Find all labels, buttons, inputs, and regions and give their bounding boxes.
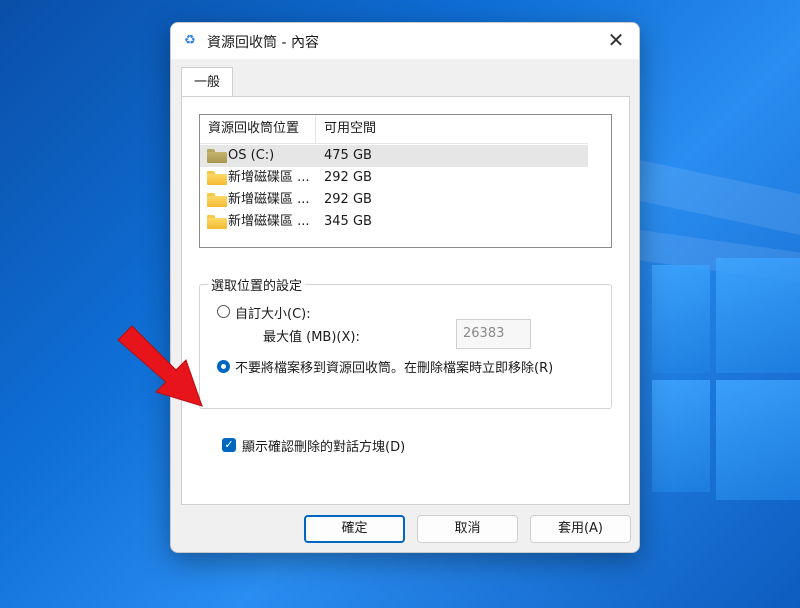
column-header-free-space[interactable]: 可用空間 — [316, 115, 588, 143]
windows-logo-pane — [716, 258, 800, 373]
custom-size-radio[interactable] — [217, 305, 230, 318]
free-space-value: 292 GB — [324, 170, 372, 185]
group-label: 選取位置的設定 — [208, 275, 306, 294]
apply-button[interactable]: 套用(A) — [530, 515, 631, 543]
list-item[interactable]: 新增磁碟區 ... 292 GB — [200, 167, 588, 189]
location-name: 新增磁碟區 ... — [228, 170, 310, 185]
recycle-bin-location-list[interactable]: 資源回收筒位置 可用空間 OS (C:) 475 GB 新增磁碟區 ... 29… — [199, 114, 612, 248]
tab-general[interactable]: 一般 — [181, 67, 234, 97]
location-name: OS (C:) — [228, 148, 275, 163]
list-item[interactable]: 新增磁碟區 ... 292 GB — [200, 189, 588, 211]
location-settings-group: 選取位置的設定 自訂大小(C): 最大值 (MB)(X): 26383 不要將檔… — [199, 275, 612, 409]
ok-button[interactable]: 確定 — [304, 515, 405, 543]
folder-icon — [207, 171, 227, 185]
drive-folder-icon — [207, 149, 227, 163]
free-space-value: 345 GB — [324, 214, 372, 229]
title-bar[interactable]: ♻ 資源回收筒 - 內容 ✕ — [171, 23, 639, 59]
folder-icon — [207, 193, 227, 207]
free-space-value: 292 GB — [324, 192, 372, 207]
tab-strip: 一般 — [171, 59, 639, 97]
location-name: 新增磁碟區 ... — [228, 214, 310, 229]
no-recycle-label[interactable]: 不要將檔案移到資源回收筒。在刪除檔案時立即移除(R) — [235, 357, 553, 376]
cancel-button[interactable]: 取消 — [417, 515, 518, 543]
confirm-delete-checkbox[interactable]: ✓ — [222, 438, 236, 452]
folder-icon — [207, 215, 227, 229]
list-item[interactable]: OS (C:) 475 GB — [200, 145, 588, 167]
max-size-label: 最大值 (MB)(X): — [263, 330, 360, 345]
windows-logo-pane — [652, 265, 710, 373]
custom-size-label[interactable]: 自訂大小(C): — [235, 303, 311, 322]
window-title: 資源回收筒 - 內容 — [207, 35, 319, 51]
checkmark-icon: ✓ — [224, 438, 234, 451]
free-space-value: 475 GB — [324, 148, 372, 163]
list-item[interactable]: 新增磁碟區 ... 345 GB — [200, 211, 588, 233]
windows-logo-pane — [716, 380, 800, 500]
max-size-input[interactable]: 26383 — [456, 319, 531, 349]
column-header-location[interactable]: 資源回收筒位置 — [200, 115, 316, 143]
general-tab-panel: 資源回收筒位置 可用空間 OS (C:) 475 GB 新增磁碟區 ... 29… — [181, 96, 630, 505]
list-header: 資源回收筒位置 可用空間 — [200, 115, 588, 144]
close-button[interactable]: ✕ — [593, 23, 639, 59]
close-icon: ✕ — [607, 28, 625, 52]
recycle-bin-icon: ♻ — [184, 33, 196, 48]
location-name: 新增磁碟區 ... — [228, 192, 310, 207]
annotation-arrow-icon — [117, 325, 203, 407]
recycle-bin-properties-dialog: ♻ 資源回收筒 - 內容 ✕ 一般 資源回收筒位置 可用空間 OS (C:) 4… — [170, 22, 640, 553]
confirm-delete-label[interactable]: 顯示確認刪除的對話方塊(D) — [242, 436, 405, 455]
arrow-shape — [117, 325, 203, 407]
windows-logo-pane — [652, 380, 710, 492]
